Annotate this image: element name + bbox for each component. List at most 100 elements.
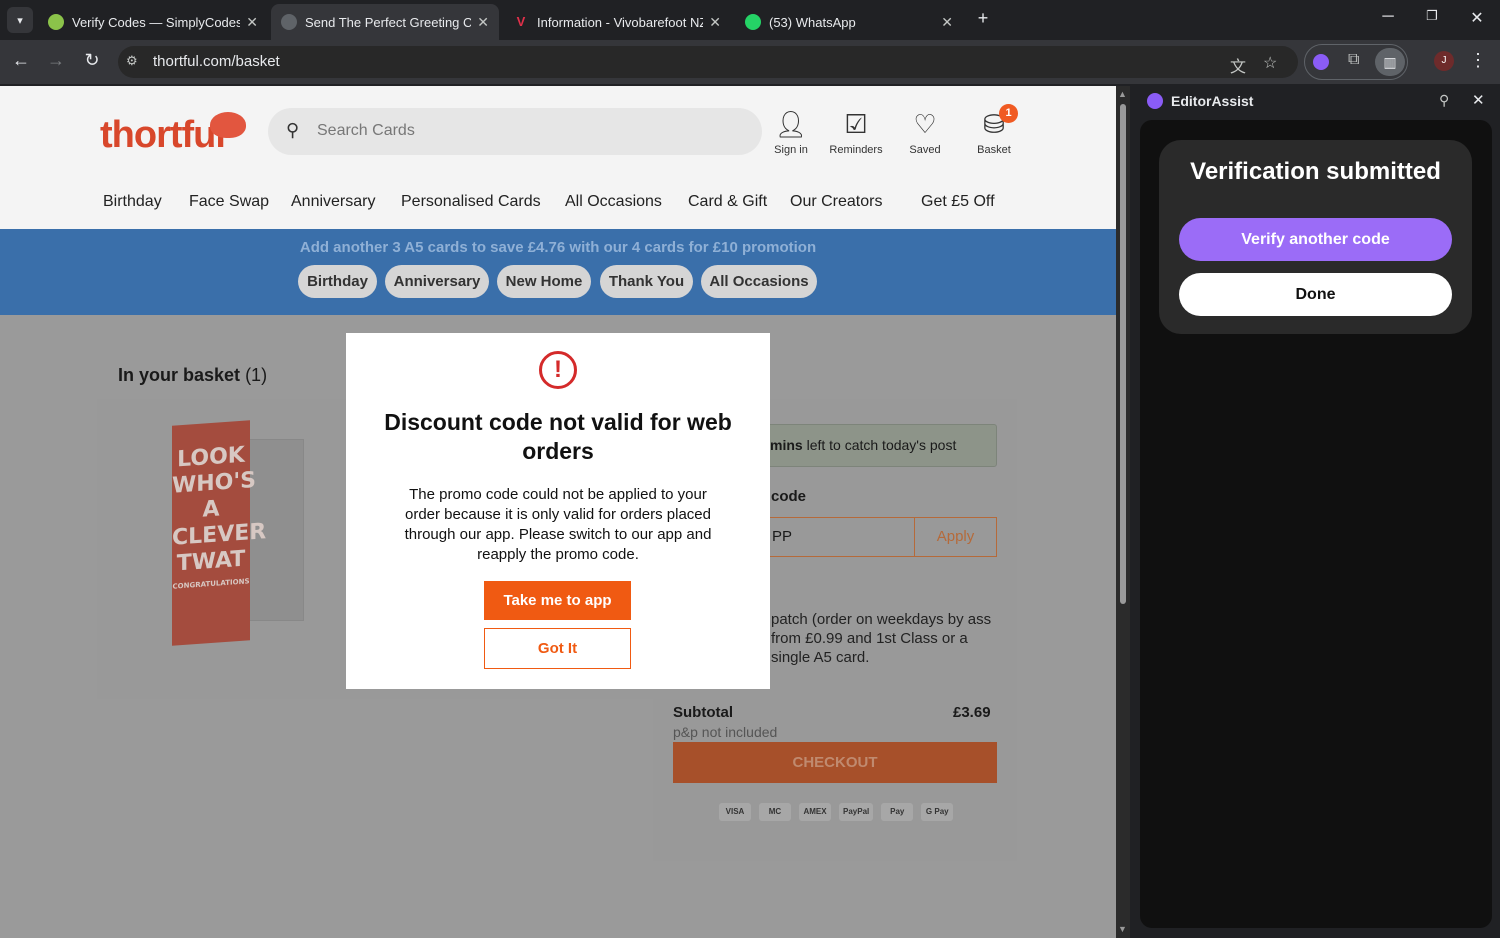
nav-birthday[interactable]: Birthday (103, 193, 162, 211)
saved-button[interactable]: ♡ Saved (890, 108, 960, 158)
tab-vivobarefoot[interactable]: V Information - Vivobarefoot NZ ✕ (503, 4, 731, 40)
logo-blob-icon (210, 112, 246, 138)
reminders-label: Reminders (829, 144, 883, 156)
site-header: thortful ⚲ Search Cards 👤︎ Sign in ☑ Rem… (0, 86, 1116, 229)
mastercard-icon: MC (759, 803, 791, 821)
browser-toolbar: ← → ↻ ⚙ thortful.com/basket 文 ☆ ⧉ ▥ J ⋮ (0, 40, 1500, 84)
checkout-button[interactable]: CHECKOUT (673, 742, 997, 783)
amex-icon: AMEX (799, 803, 831, 821)
side-panel-header: EditorAssist ⚲ ✕ (1130, 86, 1500, 116)
back-button[interactable]: ← (8, 50, 34, 71)
minimize-button[interactable]: ─ (1366, 8, 1410, 26)
scroll-up-icon[interactable]: ▲ (1118, 89, 1127, 99)
restore-button[interactable]: ❐ (1410, 8, 1454, 24)
verify-another-code-button[interactable]: Verify another code (1179, 218, 1452, 261)
promo-chip-new-home[interactable]: New Home (497, 265, 591, 298)
promo-chip-anniversary[interactable]: Anniversary (385, 265, 489, 298)
promo-chip-birthday[interactable]: Birthday (298, 265, 377, 298)
sign-in-label: Sign in (774, 144, 808, 156)
nav-face-swap[interactable]: Face Swap (189, 193, 269, 211)
card-thumbnail[interactable]: LOOK WHO'S A CLEVER TWAT CONGRATULATIONS (172, 420, 266, 646)
search-input[interactable]: Search Cards (317, 122, 415, 140)
apple-pay-icon: Pay (881, 803, 914, 821)
done-button[interactable]: Done (1179, 273, 1452, 316)
promo-code-input[interactable]: PP (763, 517, 915, 557)
forward-button[interactable]: → (43, 50, 69, 71)
close-icon[interactable]: ✕ (477, 14, 489, 31)
nav-get-5-off[interactable]: Get £5 Off (921, 193, 995, 211)
vivobarefoot-icon: V (516, 14, 526, 29)
search-icon: ⚲ (286, 120, 300, 140)
close-icon[interactable]: ✕ (709, 14, 721, 31)
promo-banner: Add another 3 A5 cards to save £4.76 wit… (0, 229, 1116, 315)
thortful-logo[interactable]: thortful (100, 114, 226, 157)
address-bar[interactable]: ⚙ thortful.com/basket 文 ☆ (118, 46, 1298, 78)
apply-button[interactable]: Apply (914, 517, 997, 557)
unpin-icon[interactable]: ⚲ (1439, 92, 1449, 109)
nav-card-gift[interactable]: Card & Gift (688, 193, 767, 211)
user-icon: 👤︎ (774, 109, 808, 139)
pp-note: p&p not included (673, 724, 778, 740)
heart-icon: ♡ (913, 109, 937, 139)
visa-icon: VISA (719, 803, 751, 821)
take-me-to-app-button[interactable]: Take me to app (484, 581, 631, 620)
calendar-icon: ☑ (844, 109, 868, 139)
new-tab-button[interactable]: + (961, 8, 1005, 29)
profile-avatar[interactable]: J (1434, 51, 1454, 71)
site-info-icon[interactable]: ⚙ (126, 53, 138, 69)
bookmark-star-icon[interactable]: ☆ (1263, 53, 1277, 73)
sign-in-button[interactable]: 👤︎ Sign in (756, 108, 826, 158)
promo-chip-thank-you[interactable]: Thank You (600, 265, 693, 298)
nav-all-occasions[interactable]: All Occasions (565, 193, 662, 211)
tab-title: Send The Perfect Greeting Card (305, 14, 472, 30)
post-countdown-bold: mins (770, 437, 803, 453)
page-scrollbar[interactable]: ▲ ▼ (1116, 86, 1130, 938)
puzzle-icon[interactable]: ⧉ (1348, 51, 1359, 69)
editorassist-logo-icon (1147, 93, 1163, 109)
web-page: thortful ⚲ Search Cards 👤︎ Sign in ☑ Rem… (0, 86, 1116, 938)
close-window-button[interactable]: ✕ (1455, 8, 1499, 28)
tab-bar: ▾ Verify Codes — SimplyCodes ✕ Send The … (0, 0, 1500, 40)
search-bar[interactable]: ⚲ Search Cards (268, 108, 762, 155)
url-text[interactable]: thortful.com/basket (153, 53, 280, 70)
error-modal: ! Discount code not valid for web orders… (346, 333, 770, 689)
extensions-group: ⧉ ▥ (1304, 44, 1408, 80)
subtotal-value: £3.69 (953, 704, 991, 721)
reload-button[interactable]: ↻ (79, 50, 105, 71)
got-it-button[interactable]: Got It (484, 628, 631, 669)
close-icon[interactable]: ✕ (246, 14, 258, 31)
tab-thortful[interactable]: Send The Perfect Greeting Card ✕ (271, 4, 499, 40)
nav-our-creators[interactable]: Our Creators (790, 193, 882, 211)
tab-simplycodes[interactable]: Verify Codes — SimplyCodes ✕ (38, 4, 268, 40)
tab-title: Information - Vivobarefoot NZ (537, 14, 704, 30)
paypal-icon: PayPal (839, 803, 874, 821)
promo-chip-all-occasions[interactable]: All Occasions (701, 265, 817, 298)
basket-count-badge: 1 (999, 104, 1018, 123)
verification-card: Verification submitted Verify another co… (1159, 140, 1472, 334)
basket-button[interactable]: ⛁ Basket (959, 108, 1029, 158)
close-icon[interactable]: ✕ (941, 14, 953, 31)
menu-dots-icon[interactable]: ⋮ (1465, 50, 1491, 71)
payment-icons: VISA MC AMEX PayPal Pay G Pay (719, 803, 954, 823)
category-nav: Birthday Face Swap Anniversary Personali… (0, 193, 1116, 217)
side-panel-icon[interactable]: ▥ (1375, 48, 1405, 76)
reminders-button[interactable]: ☑ Reminders (821, 108, 891, 158)
tab-title: Verify Codes — SimplyCodes (72, 14, 241, 30)
scroll-thumb[interactable] (1120, 104, 1126, 604)
saved-label: Saved (909, 144, 941, 156)
scroll-down-icon[interactable]: ▼ (1118, 924, 1127, 934)
side-panel: EditorAssist ⚲ ✕ Verification submitted … (1130, 86, 1500, 938)
tab-search-button[interactable]: ▾ (7, 7, 33, 33)
verification-heading: Verification submitted (1190, 158, 1441, 185)
nav-anniversary[interactable]: Anniversary (291, 193, 375, 211)
subtotal-label: Subtotal (673, 704, 733, 721)
basket-title-text: In your basket (118, 365, 241, 385)
translate-icon[interactable]: 文 (1230, 53, 1246, 77)
alert-icon: ! (539, 351, 577, 389)
close-icon[interactable]: ✕ (1472, 91, 1485, 109)
editorassist-extension-icon[interactable] (1313, 54, 1329, 70)
modal-title: Discount code not valid for web orders (384, 409, 732, 464)
whatsapp-icon (745, 14, 761, 30)
tab-whatsapp[interactable]: (53) WhatsApp ✕ (735, 4, 963, 40)
nav-personalised-cards[interactable]: Personalised Cards (401, 193, 541, 211)
